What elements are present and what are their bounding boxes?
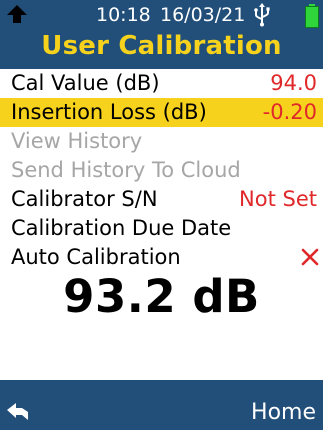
menu-item-value: -0.20 — [262, 100, 317, 124]
menu-item-cal-value[interactable]: Cal Value (dB) 94.0 — [0, 69, 323, 98]
usb-icon — [254, 3, 270, 27]
menu-item-value: 94.0 — [270, 71, 317, 95]
menu-item-label: Send History To Cloud — [11, 158, 241, 182]
status-date: 16/03/21 — [160, 4, 246, 26]
menu-item-send-history[interactable]: Send History To Cloud — [0, 156, 323, 185]
menu-item-label: Insertion Loss (dB) — [11, 100, 207, 124]
status-bar: 10:18 16/03/21 — [0, 0, 323, 30]
back-arrow-icon[interactable] — [6, 402, 32, 424]
close-x-icon — [301, 248, 319, 266]
status-time: 10:18 — [96, 4, 151, 26]
calibration-screen: 10:18 16/03/21 User Calibration Cal Valu… — [0, 0, 323, 430]
menu-item-calibrator-sn[interactable]: Calibrator S/N Not Set — [0, 185, 323, 214]
calibration-menu: Cal Value (dB) 94.0 Insertion Loss (dB) … — [0, 69, 323, 272]
menu-item-auto-calibration[interactable]: Auto Calibration — [0, 243, 323, 272]
page-title: User Calibration — [41, 31, 282, 61]
menu-item-label: View History — [11, 129, 143, 153]
menu-item-label: Calibration Due Date — [11, 216, 232, 240]
menu-item-label: Auto Calibration — [11, 245, 181, 269]
sound-level-reading: 93.2 dB — [63, 270, 260, 323]
footer: Home — [0, 380, 323, 430]
up-arrow-icon — [7, 5, 27, 23]
home-button[interactable]: Home — [251, 400, 316, 425]
menu-item-insertion-loss[interactable]: Insertion Loss (dB) -0.20 — [0, 98, 323, 127]
menu-item-calibration-due-date[interactable]: Calibration Due Date — [0, 214, 323, 243]
menu-item-view-history[interactable]: View History — [0, 127, 323, 156]
menu-item-label: Cal Value (dB) — [11, 71, 160, 95]
menu-item-value: Not Set — [239, 187, 317, 211]
battery-icon — [305, 4, 319, 28]
menu-item-label: Calibrator S/N — [11, 187, 158, 211]
header: 10:18 16/03/21 User Calibration — [0, 0, 323, 69]
